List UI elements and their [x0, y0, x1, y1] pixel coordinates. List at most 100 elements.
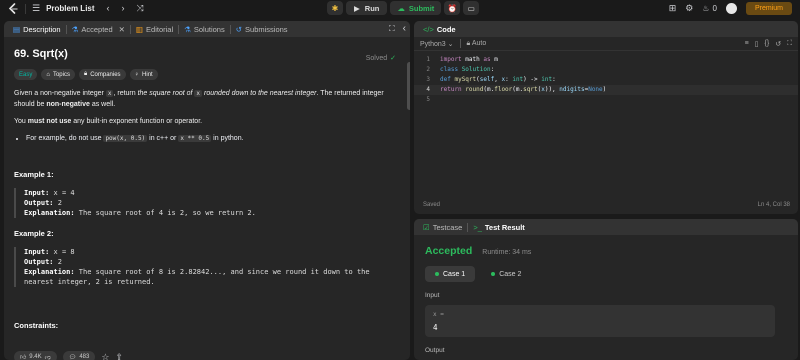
- tag-chips: Easy ⌂ Topics 🔒︎ Companies ♀ Hint: [14, 69, 400, 80]
- code-line: 1 import math as m: [414, 55, 798, 65]
- document-icon: ▤: [13, 24, 21, 34]
- alarm-icon: ⏰: [447, 3, 457, 13]
- code-text: return round(m.floor(m.sqrt(x)), ndigits…: [440, 86, 607, 93]
- left-tab-bar: ▤ Description ⚗ Accepted ✕ ▥ Editorial ⚗ Solu…: [4, 21, 410, 37]
- text: You: [14, 118, 28, 125]
- timer-button[interactable]: ⏰: [444, 1, 461, 15]
- collapse-icon[interactable]: ‹: [403, 24, 406, 34]
- reset-icon[interactable]: ↺: [775, 40, 781, 48]
- check-circle-icon: ✓: [390, 55, 396, 62]
- hint-chip[interactable]: ♀ Hint: [129, 69, 158, 80]
- scrollbar[interactable]: [407, 62, 410, 110]
- language-select[interactable]: Python3 ⌄: [420, 40, 454, 48]
- debug-button[interactable]: ✱: [327, 1, 343, 15]
- problem-title: 69. Sqrt(x): [14, 48, 68, 60]
- share-icon[interactable]: ⇪: [115, 352, 123, 360]
- cloud-upload-icon: ☁: [397, 3, 405, 13]
- line-number: 3: [426, 76, 430, 83]
- code-panel: </> Code Python3 ⌄ 🔒︎ Auto ≡ ▯ {} ↺ ⛶ 1 im…: [414, 21, 798, 214]
- lock-icon: 🔒︎: [466, 39, 471, 47]
- like-button[interactable]: 👍︎ 9.4K 👎︎: [14, 351, 57, 360]
- lock-icon: 🔒︎: [83, 71, 88, 77]
- example-2-explanation-cont: nearest integer, 2 is returned.: [24, 278, 155, 286]
- avatar[interactable]: [725, 3, 737, 14]
- tab-submissions[interactable]: ↺ Submissions: [231, 21, 293, 37]
- problem-description: 69. Sqrt(x) Solved ✓ Easy ⌂ Topics 🔒︎ Compa…: [4, 48, 410, 330]
- list-item: For example, do not use pow(x, 0.5) in c…: [26, 135, 400, 142]
- code-text: import math as m: [440, 56, 498, 63]
- star-icon[interactable]: ☆: [101, 352, 109, 360]
- code-toolbar: Python3 ⌄ 🔒︎ Auto ≡ ▯ {} ↺ ⛶: [414, 37, 798, 51]
- topics-label: Topics: [52, 71, 70, 78]
- example-2-explanation: Explanation: The square root of 8 is 2.8…: [24, 267, 400, 277]
- run-button[interactable]: ▶ Run: [346, 1, 388, 15]
- tab-accepted-label: Accepted: [81, 24, 113, 34]
- shuffle-icon[interactable]: ⤨: [137, 4, 144, 13]
- tab-test-result[interactable]: >_ Test Result: [468, 219, 529, 235]
- value: The square root of 8 is 2.82842..., and …: [74, 268, 370, 276]
- text: , return: [113, 90, 138, 97]
- notes-button[interactable]: ▭: [463, 1, 480, 15]
- italic-text: rounded down to the nearest integer: [202, 90, 317, 97]
- topics-chip[interactable]: ⌂ Topics: [41, 69, 75, 80]
- case-2-label: Case 2: [499, 270, 522, 278]
- list-icon[interactable]: ☰: [32, 4, 40, 13]
- layout-icon[interactable]: ⊞: [669, 4, 677, 13]
- braces-icon[interactable]: {}: [765, 40, 770, 47]
- streak-count: 0: [712, 3, 717, 13]
- format-icon[interactable]: ≡: [745, 40, 749, 47]
- value: 2: [53, 199, 62, 207]
- tab-solutions[interactable]: ⚗ Solutions: [179, 21, 230, 37]
- problem-list-link[interactable]: Problem List: [46, 4, 94, 13]
- next-problem-icon[interactable]: ›: [122, 4, 125, 13]
- example-1-box: Input: x = 4 Output: 2 Explanation: The …: [14, 188, 400, 218]
- result-panel: ☑ Testcase >_ Test Result Accepted Runtime…: [414, 219, 798, 360]
- thumbs-down-icon[interactable]: 👎︎: [45, 353, 51, 360]
- flask-icon: ⚗: [184, 24, 191, 34]
- example-1-output: Output: 2: [24, 198, 400, 208]
- example-1-explanation: Explanation: The square root of 4 is 2, …: [24, 208, 400, 218]
- companies-chip[interactable]: 🔒︎ Companies: [78, 69, 126, 80]
- bookmark-icon[interactable]: ▯: [755, 40, 759, 48]
- case-1-tab[interactable]: Case 1: [425, 266, 476, 282]
- auto-toggle[interactable]: 🔒︎ Auto: [467, 40, 487, 48]
- value: x = 4: [49, 189, 75, 197]
- label: Explanation:: [24, 209, 75, 217]
- fullscreen-icon[interactable]: ⛶: [787, 40, 792, 48]
- comment-count: 483: [79, 354, 90, 360]
- tab-accepted[interactable]: ⚗ Accepted ✕: [67, 21, 130, 37]
- line-number: 5: [426, 96, 430, 103]
- code-icon: </>: [423, 24, 434, 34]
- case-2-tab[interactable]: Case 2: [481, 266, 531, 282]
- book-icon: ▥: [135, 24, 144, 34]
- expand-icon[interactable]: ⛶: [389, 25, 395, 33]
- example-2-input: Input: x = 8: [24, 247, 400, 257]
- text: For example, do not use: [26, 135, 104, 142]
- comments-button[interactable]: 💬︎ 483: [62, 351, 96, 360]
- tab-editorial[interactable]: ▥ Editorial: [131, 21, 178, 37]
- code-editor[interactable]: 1 import math as m 2 class Solution: 3 def…: [414, 51, 798, 105]
- result-tab-bar: ☑ Testcase >_ Test Result: [414, 219, 798, 235]
- tab-testcase[interactable]: ☑ Testcase: [418, 219, 467, 235]
- streak-icon[interactable]: ♨ 0: [702, 3, 717, 13]
- line-number: 4: [426, 86, 430, 93]
- submit-button[interactable]: ☁ Submit: [390, 1, 442, 15]
- prev-problem-icon[interactable]: ‹: [107, 4, 110, 13]
- premium-button[interactable]: Premium: [745, 2, 792, 15]
- bug-icon: ✱: [331, 3, 339, 13]
- solved-label: Solved: [365, 54, 388, 62]
- close-icon[interactable]: ✕: [119, 25, 125, 34]
- pass-dot-icon: [491, 272, 496, 276]
- code-title: Code: [436, 24, 456, 34]
- inline-code: pow(x, 0.5): [103, 135, 148, 142]
- language-value: Python3: [420, 40, 446, 48]
- beaker-icon: ⚗: [71, 24, 79, 34]
- settings-icon[interactable]: ⚙: [685, 4, 693, 13]
- tab-code[interactable]: </> Code: [418, 21, 461, 37]
- leetcode-logo[interactable]: [7, 2, 19, 15]
- note-icon: ▭: [467, 3, 475, 13]
- lightbulb-icon: ♀: [134, 71, 140, 78]
- tab-description[interactable]: ▤ Description: [8, 21, 66, 37]
- line-number: 1: [426, 56, 430, 63]
- inline-code: x: [194, 90, 203, 97]
